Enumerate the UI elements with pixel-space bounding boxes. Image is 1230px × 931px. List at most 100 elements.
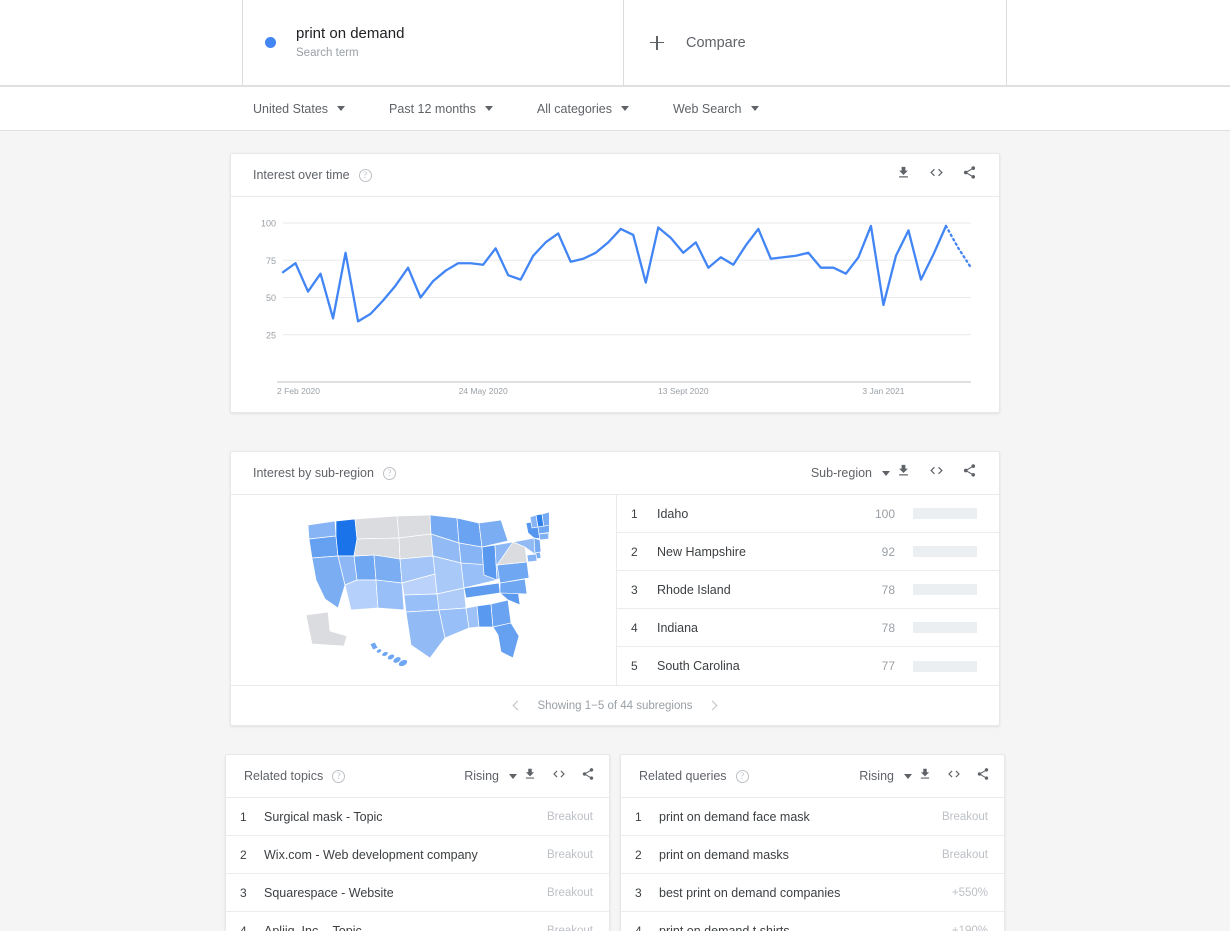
- map-state-tx[interactable]: [405, 609, 445, 659]
- list-item[interactable]: 3 best print on demand companies +550%: [621, 874, 1004, 912]
- share-icon[interactable]: [962, 165, 977, 185]
- embed-icon[interactable]: [552, 767, 566, 786]
- map-state-co[interactable]: [373, 554, 402, 584]
- map-state-nm[interactable]: [375, 579, 404, 611]
- row-rank: 5: [631, 659, 638, 673]
- interest-by-subregion-tools: [896, 463, 977, 483]
- svg-text:2 Feb 2020: 2 Feb 2020: [277, 386, 320, 396]
- svg-text:75: 75: [266, 256, 276, 266]
- map-state-ga[interactable]: [490, 599, 511, 628]
- row-name: Squarespace - Website: [264, 885, 394, 900]
- share-icon[interactable]: [581, 767, 595, 786]
- interest-over-time-header: Interest over time ?: [231, 154, 999, 197]
- row-bar: [913, 546, 977, 557]
- download-icon[interactable]: [918, 767, 932, 786]
- location-filter[interactable]: United States: [253, 102, 346, 116]
- row-name: Surgical mask - Topic: [264, 809, 383, 824]
- svg-text:100: 100: [261, 219, 276, 229]
- embed-icon[interactable]: [929, 463, 944, 483]
- help-icon[interactable]: ?: [735, 769, 749, 783]
- search-type-filter-label: Web Search: [672, 101, 742, 116]
- download-icon[interactable]: [896, 165, 911, 185]
- search-type-filter[interactable]: Web Search: [673, 102, 759, 116]
- svg-text:3 Jan 2021: 3 Jan 2021: [862, 386, 904, 396]
- row-bar: [913, 622, 977, 633]
- help-icon[interactable]: ?: [382, 466, 396, 480]
- map-state-hi-isle[interactable]: [381, 651, 388, 657]
- search-term-title: print on demand: [296, 24, 405, 42]
- row-name: New Hampshire: [657, 544, 746, 559]
- map-state-in[interactable]: [481, 544, 497, 581]
- row-bar: [913, 584, 977, 595]
- map-state-al[interactable]: [476, 603, 493, 628]
- svg-text:13 Sept 2020: 13 Sept 2020: [658, 386, 709, 396]
- row-value: Breakout: [546, 810, 593, 823]
- united-states-map[interactable]: [299, 510, 549, 670]
- table-row[interactable]: 2 New Hampshire 92: [617, 533, 999, 571]
- table-row[interactable]: 4 Indiana 78: [617, 609, 999, 647]
- map-state-mt[interactable]: [354, 515, 399, 540]
- row-rank: 1: [631, 506, 638, 521]
- list-item[interactable]: 4 Apliiq, Inc. - Topic Breakout: [226, 912, 609, 931]
- download-icon[interactable]: [523, 767, 537, 786]
- chevron-down-icon: [509, 773, 517, 779]
- row-bar: [913, 660, 977, 672]
- add-comparison-button[interactable]: Compare: [624, 0, 1007, 86]
- subregion-level-dropdown[interactable]: Sub-region: [811, 466, 890, 480]
- prev-page-icon[interactable]: [513, 700, 523, 711]
- search-term-card[interactable]: print on demand Search term: [242, 0, 624, 86]
- map-pane[interactable]: [231, 495, 617, 685]
- map-state-ct[interactable]: [538, 532, 549, 541]
- list-item[interactable]: 1 print on demand face mask Breakout: [621, 798, 1004, 836]
- category-filter[interactable]: All categories: [537, 102, 629, 116]
- related-topics-title: Related topics: [244, 769, 324, 783]
- table-row[interactable]: 3 Rhode Island 78: [617, 571, 999, 609]
- table-row[interactable]: 1 Idaho 100: [617, 495, 999, 533]
- table-row[interactable]: 5 South Carolina 77: [617, 647, 999, 685]
- list-item[interactable]: 2 Wix.com - Web development company Brea…: [226, 836, 609, 874]
- related-topics-sort-dropdown[interactable]: Rising: [464, 769, 517, 783]
- row-name: best print on demand companies: [659, 885, 841, 900]
- list-item[interactable]: 3 Squarespace - Website Breakout: [226, 874, 609, 912]
- download-icon[interactable]: [896, 463, 911, 483]
- list-item[interactable]: 2 print on demand masks Breakout: [621, 836, 1004, 874]
- list-item[interactable]: 1 Surgical mask - Topic Breakout: [226, 798, 609, 836]
- map-state-hi-isle[interactable]: [386, 654, 394, 661]
- trends-content: Interest over time ? 25 50 75 100 2 Feb 2020…: [0, 131, 1230, 931]
- row-rank: 3: [631, 582, 638, 597]
- map-state-fl[interactable]: [491, 622, 519, 659]
- row-value: +550%: [951, 886, 988, 899]
- map-state-sd[interactable]: [398, 533, 433, 560]
- map-state-hi[interactable]: [369, 641, 378, 651]
- help-icon[interactable]: ?: [358, 168, 372, 182]
- map-state-wi[interactable]: [456, 517, 482, 548]
- time-range-filter[interactable]: Past 12 months: [389, 102, 493, 116]
- map-state-id[interactable]: [335, 518, 357, 557]
- embed-icon[interactable]: [947, 767, 961, 786]
- list-item[interactable]: 4 print on demand t shirts +190%: [621, 912, 1004, 931]
- row-name: print on demand t shirts: [659, 923, 790, 931]
- share-icon[interactable]: [976, 767, 990, 786]
- next-page-icon[interactable]: [707, 700, 717, 711]
- row-value: Breakout: [546, 886, 593, 899]
- map-state-md[interactable]: [526, 553, 537, 563]
- map-state-hi-isle[interactable]: [376, 649, 382, 654]
- row-rank: 4: [240, 923, 247, 931]
- map-state-mi[interactable]: [478, 519, 508, 548]
- interest-over-time-chart[interactable]: 25 50 75 100 2 Feb 2020 24 May 2020 13 Sept 20…: [231, 197, 999, 412]
- map-state-az[interactable]: [344, 579, 378, 611]
- map-state-ut[interactable]: [353, 554, 376, 581]
- row-value: 100: [874, 506, 895, 521]
- map-state-nj[interactable]: [533, 537, 541, 554]
- help-icon[interactable]: ?: [332, 769, 346, 783]
- embed-icon[interactable]: [929, 165, 944, 185]
- related-topics-tools: [523, 767, 595, 786]
- row-value: 78: [881, 620, 895, 635]
- related-queries-sort-dropdown[interactable]: Rising: [859, 769, 912, 783]
- share-icon[interactable]: [962, 463, 977, 483]
- bottom-cards-row: Related topics ? Rising 1 Surgical mask …: [225, 754, 1005, 931]
- map-state-ok[interactable]: [403, 593, 439, 613]
- map-state-or[interactable]: [308, 535, 338, 559]
- map-state-ak[interactable]: [305, 611, 347, 647]
- search-term-subtitle: Search term: [296, 46, 359, 59]
